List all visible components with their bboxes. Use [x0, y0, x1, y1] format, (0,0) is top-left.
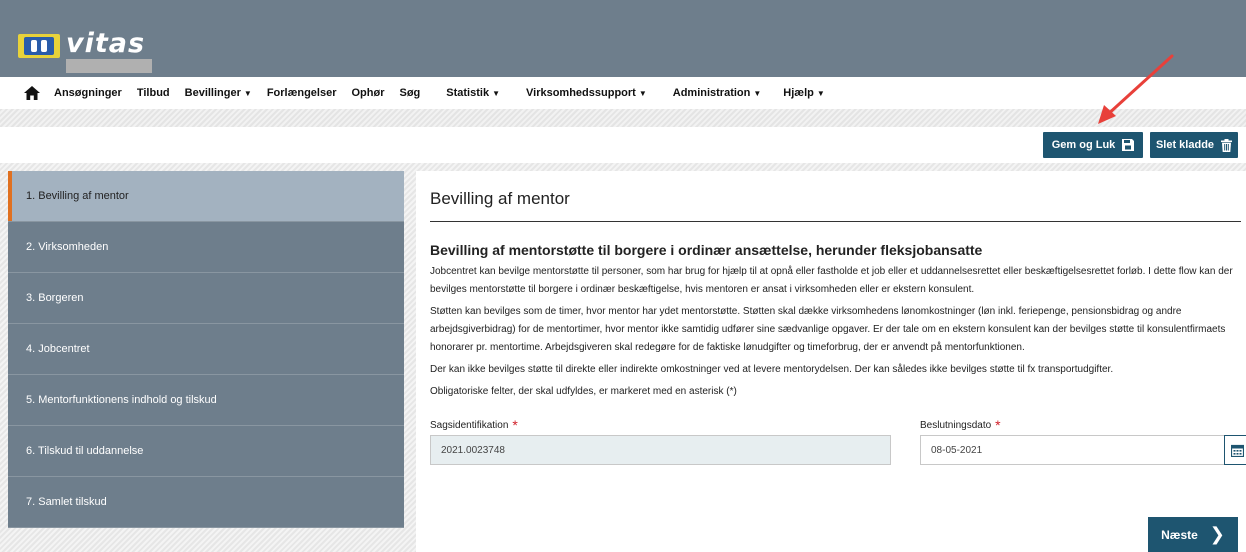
required-fields-note: Obligatoriske felter, der skal udfyldes,…	[430, 386, 737, 397]
next-button[interactable]: Næste ❯	[1148, 517, 1238, 552]
nav-item-ophor[interactable]: Ophør	[352, 87, 385, 99]
vitas-logo-icon[interactable]	[18, 34, 60, 58]
next-label: Næste	[1161, 527, 1198, 542]
sidebar-item-borgeren[interactable]: 3. Borgeren	[8, 273, 404, 324]
sidebar-item-label: 6. Tilskud til uddannelse	[26, 445, 144, 457]
sidebar-item-tilskud-uddannelse[interactable]: 6. Tilskud til uddannelse	[8, 426, 404, 477]
decision-date-label: Beslutningsdato *	[920, 417, 1001, 433]
sidebar-item-label: 5. Mentorfunktionens indhold og tilskud	[26, 394, 217, 406]
nav-item-virksomhedssupport[interactable]: Virksomhedssupport ▼	[526, 87, 647, 99]
home-icon[interactable]	[24, 86, 40, 100]
caret-down-icon: ▼	[753, 88, 762, 98]
nav-item-sog[interactable]: Søg	[400, 87, 421, 99]
decision-date-input[interactable]: 08-05-2021	[920, 435, 1240, 465]
delete-draft-button[interactable]: Slet kladde	[1150, 132, 1238, 158]
sidebar-item-label: 3. Borgeren	[26, 292, 84, 304]
caret-down-icon: ▼	[243, 88, 252, 98]
required-asterisk: *	[512, 417, 518, 433]
save-and-close-button[interactable]: Gem og Luk	[1043, 132, 1143, 158]
nav-item-hjaelp[interactable]: Hjælp ▼	[783, 87, 824, 99]
logo-subtitle-redacted	[66, 59, 152, 73]
nav-item-forlaengelser[interactable]: Forlængelser	[267, 87, 337, 99]
intro-paragraph: Jobcentret kan bevilge mentorstøtte til …	[430, 266, 1233, 295]
caret-down-icon: ▼	[638, 88, 647, 98]
sidebar-item-samlet-tilskud[interactable]: 7. Samlet tilskud	[8, 477, 404, 528]
sidebar-item-virksomheden[interactable]: 2. Virksomheden	[8, 222, 404, 273]
nav-item-bevillinger[interactable]: Bevillinger ▼	[185, 87, 252, 99]
main-panel: Bevilling af mentor Bevilling af mentors…	[416, 171, 1246, 552]
section-title: Bevilling af mentorstøtte til borgere i …	[430, 242, 983, 258]
case-id-field: 2021.0023748	[430, 435, 891, 465]
case-id-label: Sagsidentifikation *	[430, 417, 518, 433]
nav-item-administration[interactable]: Administration ▼	[673, 87, 762, 99]
sidebar-item-label: 7. Samlet tilskud	[26, 496, 107, 508]
required-asterisk: *	[995, 417, 1001, 433]
caret-down-icon: ▼	[492, 88, 500, 98]
chevron-right-icon: ❯	[1209, 524, 1225, 544]
form-fields: Sagsidentifikation * 2021.0023748 Beslutn…	[430, 415, 1246, 475]
nav-item-statistik[interactable]: Statistik ▼	[446, 87, 500, 99]
save-and-close-label: Gem og Luk	[1051, 139, 1116, 151]
nav-item-tilbud[interactable]: Tilbud	[137, 87, 170, 99]
page-title: Bevilling af mentor	[430, 189, 1241, 222]
app-header: vitas	[0, 0, 1246, 77]
trash-icon	[1221, 138, 1233, 152]
sidebar-item-mentorfunktion[interactable]: 5. Mentorfunktionens indhold og tilskud	[8, 375, 404, 426]
floppy-disk-icon	[1122, 139, 1135, 151]
nav-item-ansogninger[interactable]: Ansøgninger	[54, 87, 122, 99]
main-nav: Ansøgninger Tilbud Bevillinger ▼ Forlænge…	[0, 77, 1246, 109]
step-sidebar: 1. Bevilling af mentor 2. Virksomheden 3…	[8, 171, 404, 528]
support-paragraph: Støtten kan bevilges som de timer, hvor …	[430, 306, 1226, 353]
sidebar-item-jobcentret[interactable]: 4. Jobcentret	[8, 324, 404, 375]
divider-band	[0, 109, 1246, 127]
sidebar-item-bevilling-af-mentor[interactable]: 1. Bevilling af mentor	[8, 171, 404, 222]
limitation-paragraph: Der kan ikke bevilges støtte til direkte…	[430, 364, 1114, 375]
caret-down-icon: ▼	[816, 88, 825, 98]
annotation-arrow-icon	[1098, 54, 1174, 124]
sidebar-item-label: 2. Virksomheden	[26, 241, 109, 253]
delete-draft-label: Slet kladde	[1155, 139, 1215, 151]
sidebar-item-label: 1. Bevilling af mentor	[26, 190, 129, 202]
sidebar-item-label: 4. Jobcentret	[26, 343, 90, 355]
logo-text[interactable]: vitas	[66, 28, 145, 59]
calendar-icon[interactable]	[1224, 435, 1246, 465]
